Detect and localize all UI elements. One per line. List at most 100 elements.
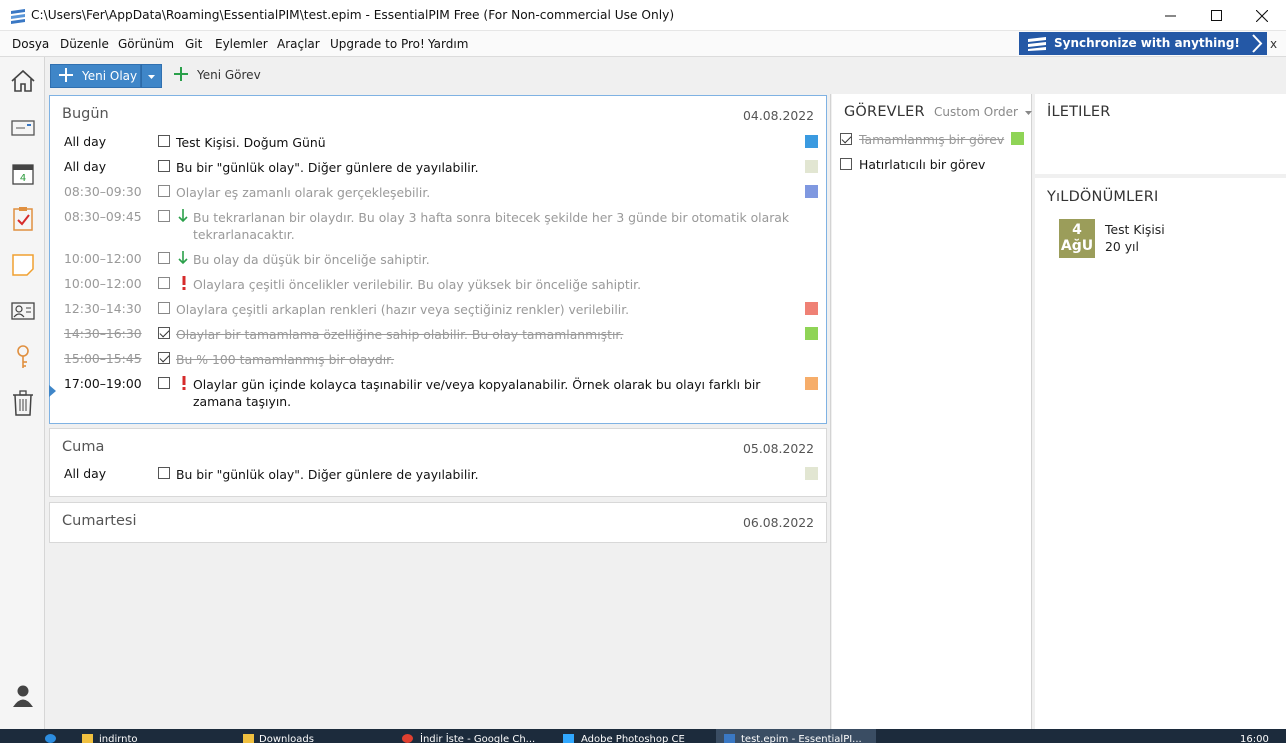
menu-gorunum[interactable]: Görünüm <box>118 37 174 51</box>
event-text: Olaylar gün içinde kolayca taşınabilir v… <box>193 377 761 409</box>
module-sidebar: 4 <box>0 57 45 729</box>
day-friday[interactable]: Cuma 05.08.2022 All day Bu bir "günlük o… <box>49 428 827 497</box>
day-saturday[interactable]: Cumartesi 06.08.2022 <box>49 502 827 543</box>
event-checkbox[interactable] <box>158 277 170 289</box>
taskbar-item[interactable]: İndir İste - Google Ch... <box>420 734 535 743</box>
event-time: 17:00–19:00 <box>64 376 142 391</box>
event-time: 14:30–16:30 <box>64 326 142 341</box>
sync-banner-close-button[interactable]: x <box>1270 37 1277 51</box>
sidebar-item-account[interactable] <box>9 682 37 710</box>
chevron-down-icon <box>148 75 155 79</box>
current-time-marker <box>49 385 56 397</box>
event-checkbox[interactable] <box>158 185 170 197</box>
minimize-icon <box>1164 15 1176 17</box>
event-text: Test Kişisi. Doğum Günü <box>176 135 326 150</box>
sidebar-item-calendar[interactable]: 4 <box>9 160 37 188</box>
task-sort-dropdown[interactable]: Custom Order <box>934 105 1033 119</box>
folder-icon <box>82 734 93 743</box>
event-checkbox[interactable] <box>158 467 170 479</box>
event-text: Bu olay da düşük bir önceliğe sahiptir. <box>193 252 430 267</box>
task-checkbox[interactable] <box>840 158 852 170</box>
event-time: 12:30–14:30 <box>64 301 142 316</box>
trash-icon <box>13 390 33 416</box>
menu-araclar[interactable]: Araçlar <box>277 37 320 51</box>
task-checkbox[interactable] <box>840 133 852 145</box>
maximize-button[interactable] <box>1193 0 1239 31</box>
sidebar-item-contacts[interactable] <box>9 297 37 325</box>
event-text: Olaylar eş zamanlı olarak gerçekleşebili… <box>176 185 431 200</box>
event-color-swatch <box>805 467 818 480</box>
taskbar-item[interactable]: Downloads <box>259 734 314 743</box>
day-name: Bugün <box>62 106 109 122</box>
plus-icon <box>59 68 73 82</box>
task-item[interactable]: Tamamlanmış bir görev <box>840 132 1030 150</box>
new-event-button[interactable]: Yeni Olay <box>50 64 141 88</box>
anniversary-years: 20 yıl <box>1105 239 1139 254</box>
sidebar-item-trash[interactable] <box>9 389 37 417</box>
event-color-swatch <box>805 377 818 390</box>
day-date: 05.08.2022 <box>743 441 814 456</box>
folder-icon <box>243 734 254 743</box>
sidebar-item-mail[interactable] <box>9 114 37 142</box>
new-event-dropdown-button[interactable] <box>141 64 162 88</box>
low-priority-icon <box>178 251 188 265</box>
task-item[interactable]: Hatırlatıcılı bir görev <box>840 157 1030 175</box>
app-logo-icon <box>11 9 25 24</box>
browser-icon[interactable] <box>45 734 56 743</box>
sidebar-item-notes[interactable] <box>9 251 37 279</box>
taskbar-item[interactable]: indirnto <box>99 734 138 743</box>
minimize-button[interactable] <box>1147 0 1193 31</box>
event-text: Bu tekrarlanan bir olaydır. Bu olay 3 ha… <box>193 210 790 242</box>
event-color-swatch <box>805 160 818 173</box>
sidebar-item-home[interactable] <box>9 67 37 95</box>
event-checkbox[interactable] <box>158 327 170 339</box>
anniversary-name[interactable]: Test Kişisi <box>1105 222 1165 237</box>
title-bar: C:\Users\Fer\AppData\Roaming\EssentialPI… <box>0 0 1286 31</box>
notes-icon <box>12 254 34 276</box>
menu-git[interactable]: Git <box>185 37 202 51</box>
event-checkbox[interactable] <box>158 352 170 364</box>
event-time: 10:00–12:00 <box>64 251 142 266</box>
home-icon <box>11 69 35 92</box>
event-text: Bu bir "günlük olay". Diğer günlere de y… <box>176 160 479 175</box>
event-time: 10:00–12:00 <box>64 276 142 291</box>
key-icon <box>17 345 29 368</box>
high-priority-icon <box>182 376 186 390</box>
event-time: 15:00–15:45 <box>64 351 142 366</box>
event-time: 08:30–09:45 <box>64 209 142 224</box>
windows-taskbar: indirnto Downloads İndir İste - Google C… <box>0 729 1286 743</box>
sidebar-item-tasks[interactable] <box>9 205 37 233</box>
event-text: Olaylara çeşitli arkaplan renkleri (hazı… <box>176 302 630 317</box>
high-priority-icon <box>182 276 186 290</box>
menu-upgrade[interactable]: Upgrade to Pro! <box>330 37 425 51</box>
task-color-swatch <box>1011 132 1024 145</box>
menu-yardim[interactable]: Yardım <box>428 37 468 51</box>
task-text: Hatırlatıcılı bir görev <box>859 157 986 172</box>
maximize-icon <box>1210 10 1222 21</box>
task-text: Tamamlanmış bir görev <box>859 132 1005 147</box>
sidebar-item-passwords[interactable] <box>9 343 37 371</box>
close-button[interactable] <box>1239 0 1285 31</box>
toolbar: Yeni Olay Yeni Görev <box>45 57 1286 94</box>
sync-banner[interactable]: Synchronize with anything! <box>1019 32 1267 55</box>
day-today[interactable]: Bugün 04.08.2022 All day Test Kişisi. Do… <box>49 95 827 424</box>
menu-eylemler[interactable]: Eylemler <box>215 37 268 51</box>
day-name: Cuma <box>62 439 105 455</box>
menu-dosya[interactable]: Dosya <box>12 37 49 51</box>
taskbar-item[interactable]: Adobe Photoshop CE <box>581 734 685 743</box>
event-checkbox[interactable] <box>158 302 170 314</box>
event-checkbox[interactable] <box>158 135 170 147</box>
tasks-heading: GÖREVLER <box>844 104 925 120</box>
event-checkbox[interactable] <box>158 210 170 222</box>
chevron-right-icon <box>1252 34 1263 53</box>
event-checkbox[interactable] <box>158 252 170 264</box>
user-icon <box>13 685 33 707</box>
menu-duzenle[interactable]: Düzenle <box>60 37 109 51</box>
notes-panel: İLETILER <box>1035 94 1286 174</box>
event-checkbox[interactable] <box>158 160 170 172</box>
taskbar-item[interactable]: test.epim - EssentialPI... <box>741 734 862 743</box>
event-checkbox[interactable] <box>158 377 170 389</box>
anniversary-month: AğU <box>1060 238 1094 254</box>
day-date: 04.08.2022 <box>743 108 814 123</box>
agenda-pane: Bugün 04.08.2022 All day Test Kişisi. Do… <box>45 94 831 729</box>
